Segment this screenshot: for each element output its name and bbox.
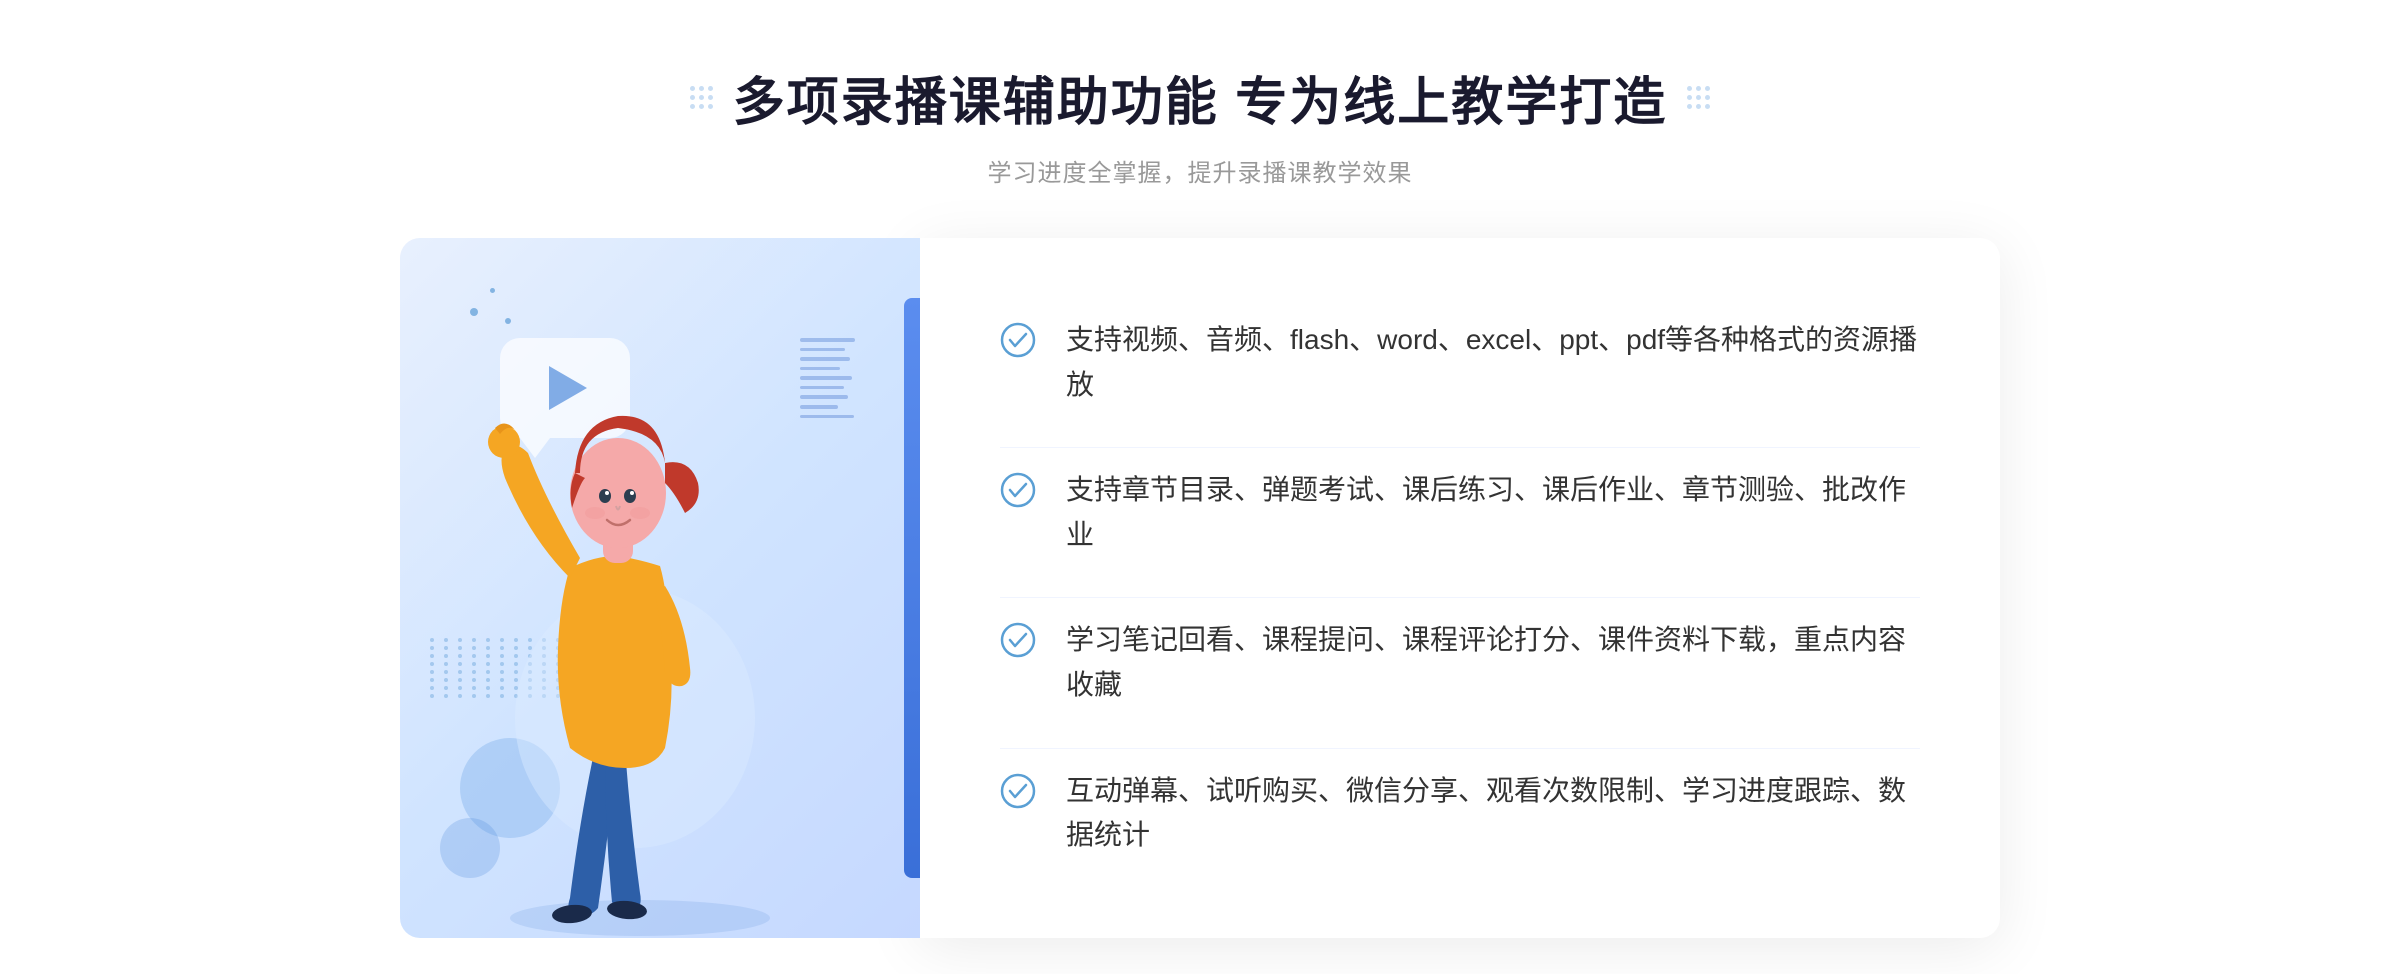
- header-section: 多项录播课辅助功能 专为线上教学打造 学习进度全掌握，提升录播课教学效果: [690, 0, 1710, 188]
- decorative-dots-right: [1687, 86, 1710, 109]
- feature-text-1: 支持视频、音频、flash、word、excel、ppt、pdf等各种格式的资源…: [1066, 318, 1920, 408]
- feature-card: 支持视频、音频、flash、word、excel、ppt、pdf等各种格式的资源…: [920, 238, 2000, 938]
- check-icon-3: [1000, 622, 1036, 658]
- feature-item-2: 支持章节目录、弹题考试、课后练习、课后作业、章节测验、批改作业: [1000, 447, 1920, 578]
- feature-text-2: 支持章节目录、弹题考试、课后练习、课后作业、章节测验、批改作业: [1066, 468, 1920, 558]
- subtitle: 学习进度全掌握，提升录播课教学效果: [690, 153, 1710, 188]
- main-title: 多项录播课辅助功能 专为线上教学打造: [733, 60, 1667, 135]
- check-icon-1: [1000, 322, 1036, 358]
- feature-text-3: 学习笔记回看、课程提问、课程评论打分、课件资料下载，重点内容收藏: [1066, 618, 1920, 708]
- blue-bar: [904, 298, 920, 878]
- check-icon-2: [1000, 472, 1036, 508]
- illustration-area: »: [400, 238, 920, 938]
- feature-text-4: 互动弹幕、试听购买、微信分享、观看次数限制、学习进度跟踪、数据统计: [1066, 769, 1920, 859]
- title-row: 多项录播课辅助功能 专为线上教学打造: [690, 60, 1710, 135]
- person-illustration: [450, 318, 850, 938]
- decorative-dots-left: [690, 86, 713, 109]
- content-section: » 支持视频、音频、flash、word、excel、ppt、pdf等各种格式的…: [400, 238, 2000, 938]
- feature-item-3: 学习笔记回看、课程提问、课程评论打分、课件资料下载，重点内容收藏: [1000, 597, 1920, 728]
- page-container: 多项录播课辅助功能 专为线上教学打造 学习进度全掌握，提升录播课教学效果: [0, 0, 2400, 974]
- feature-item-4: 互动弹幕、试听购买、微信分享、观看次数限制、学习进度跟踪、数据统计: [1000, 748, 1920, 879]
- check-icon-4: [1000, 773, 1036, 809]
- feature-item-1: 支持视频、音频、flash、word、excel、ppt、pdf等各种格式的资源…: [1000, 298, 1920, 428]
